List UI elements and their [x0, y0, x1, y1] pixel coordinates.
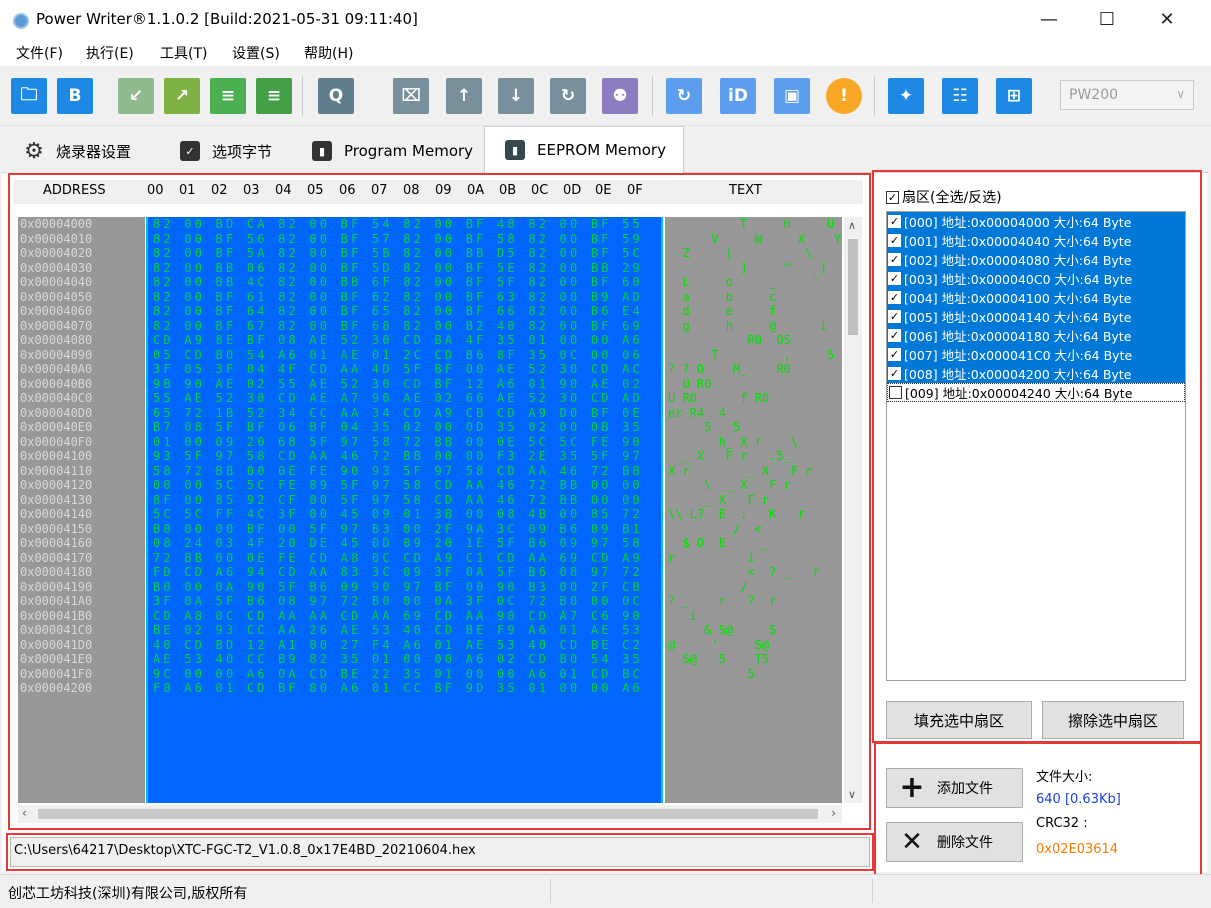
highlight-hex-area [8, 173, 871, 830]
toolbar-separator [874, 76, 875, 116]
erase-chip-icon[interactable]: ⌧ [393, 78, 429, 114]
minimize-button[interactable]: — [1020, 0, 1078, 40]
toolbar: 🗀 B ↙ ↗ ≡ ≡ Q ⌧ ↑ ↓ ↻ ⚉ ↻ iD ▣ ! ✦ ☷ ⊞ [0, 66, 1211, 126]
menu-file[interactable]: 文件(F) [16, 43, 63, 63]
chip-load-icon[interactable]: ≡ [210, 78, 246, 114]
status-separator [872, 879, 873, 903]
program-chip-icon[interactable]: ↑ [446, 78, 482, 114]
save-icon[interactable]: B [57, 78, 93, 114]
read-chip-icon[interactable]: ↻ [550, 78, 586, 114]
tab-program-memory[interactable]: ▮ Program Memory [292, 128, 482, 174]
maximize-button[interactable]: ☐ [1078, 0, 1136, 40]
device-select[interactable]: PW200 ∨ [1060, 80, 1194, 110]
import-icon[interactable]: ↙ [118, 78, 154, 114]
id-icon[interactable]: iD [720, 78, 756, 114]
status-separator [550, 879, 551, 903]
export-icon[interactable]: ↗ [164, 78, 200, 114]
tab-label: 烧录器设置 [56, 142, 132, 161]
verify-chip-icon[interactable]: ↓ [498, 78, 534, 114]
memory-icon: ▮ [312, 141, 332, 161]
chip-save-icon[interactable]: ≡ [256, 78, 292, 114]
tab-option-bytes[interactable]: ✓ 选项字节 [160, 128, 292, 174]
highlight-file-panel [874, 742, 1202, 890]
menu-bar: 文件(F) 执行(E) 工具(T) 设置(S) 帮助(H) [0, 40, 1211, 66]
close-button[interactable]: ✕ [1138, 0, 1196, 40]
chevron-down-icon: ∨ [1176, 87, 1185, 101]
toolbar-separator [652, 76, 653, 116]
auto-program-icon[interactable]: ⚉ [602, 78, 638, 114]
gear-icon: ⚙ [24, 138, 44, 164]
file-path-field: C:\Users\64217\Desktop\XTC-FGC-T2_V1.0.8… [10, 837, 870, 867]
tab-label: EEPROM Memory [537, 141, 666, 159]
tool-icon[interactable]: ✦ [888, 78, 924, 114]
toolbar-separator [302, 76, 303, 116]
open-folder-icon[interactable]: 🗀 [11, 78, 47, 114]
stop-icon[interactable]: ▣ [774, 78, 810, 114]
tab-label: Program Memory [344, 142, 474, 160]
refresh-icon[interactable]: ↻ [666, 78, 702, 114]
highlight-sector-panel [872, 170, 1202, 743]
tab-label: 选项字节 [212, 142, 273, 161]
option-icon: ✓ [180, 141, 200, 161]
menu-help[interactable]: 帮助(H) [304, 43, 353, 63]
tab-programmer-settings[interactable]: ⚙ 烧录器设置 [4, 128, 160, 174]
layout-icon[interactable]: ⊞ [996, 78, 1032, 114]
app-logo-icon [13, 13, 29, 29]
tab-eeprom-memory[interactable]: ▮ EEPROM Memory [484, 126, 684, 173]
title-bar: Power Writer®1.1.0.2 [Build:2021-05-31 0… [0, 0, 1211, 40]
copyright-text: 创芯工坊科技(深圳)有限公司,版权所有 [8, 886, 248, 902]
warning-icon[interactable]: ! [826, 78, 862, 114]
status-bar: 创芯工坊科技(深圳)有限公司,版权所有 [0, 874, 1211, 908]
device-select-value: PW200 [1069, 87, 1119, 103]
memory-icon: ▮ [505, 140, 525, 160]
menu-execute[interactable]: 执行(E) [86, 43, 134, 63]
window-title: Power Writer®1.1.0.2 [Build:2021-05-31 0… [36, 10, 418, 28]
menu-tools[interactable]: 工具(T) [160, 43, 207, 63]
config-icon[interactable]: ☷ [942, 78, 978, 114]
search-icon[interactable]: Q [318, 78, 354, 114]
menu-settings[interactable]: 设置(S) [232, 43, 280, 63]
